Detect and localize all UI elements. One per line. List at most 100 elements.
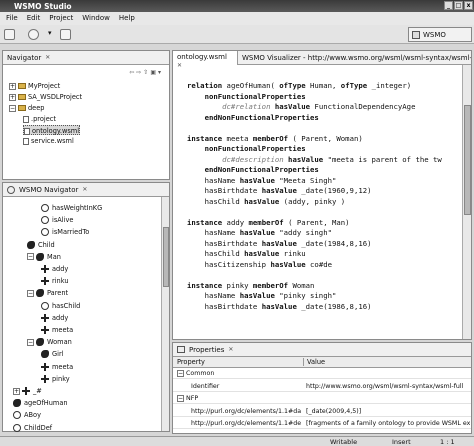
- collapse-icon[interactable]: −: [27, 289, 34, 297]
- wsmo-tree-item[interactable]: Child: [27, 240, 55, 250]
- wsmo-tree-item[interactable]: hasChild: [41, 301, 80, 311]
- property-name-label: http://purl.org/dc/elements/1.1#desc: [191, 420, 301, 427]
- navigator-item[interactable]: − deep: [9, 103, 44, 113]
- chevron-down-icon[interactable]: ▾: [48, 29, 54, 40]
- open-icon[interactable]: [60, 29, 71, 40]
- wsmo-icon: [7, 185, 15, 194]
- wsmo-tree-item[interactable]: ageOfHuman: [13, 398, 68, 408]
- collapse-icon[interactable]: −: [9, 104, 16, 112]
- code-text: hasBirthdate: [187, 238, 262, 248]
- gear-icon[interactable]: [28, 29, 39, 40]
- menu-help[interactable]: Help: [119, 14, 135, 23]
- menu-icon[interactable]: ▾: [158, 69, 163, 76]
- navigator-tab[interactable]: Navigator ✕: [3, 51, 169, 65]
- property-row[interactable]: http://purl.org/dc/elements/1.1#desc [fra…: [173, 419, 471, 429]
- code-editor[interactable]: relation ageOfHuman( ofType Human, ofTyp…: [187, 81, 459, 336]
- perspective-switcher[interactable]: WSMO: [408, 27, 472, 42]
- navigator-item[interactable]: service.wsml: [23, 136, 74, 146]
- code-text: hasChild: [187, 249, 245, 258]
- wsmo-tree-item[interactable]: addy: [41, 264, 68, 274]
- close-icon[interactable]: ✕: [228, 346, 233, 353]
- wsmo-tree-item[interactable]: addy: [41, 313, 68, 323]
- expand-icon[interactable]: +: [9, 82, 16, 90]
- close-icon[interactable]: ✕: [45, 54, 50, 61]
- menu-edit[interactable]: Edit: [27, 14, 41, 23]
- wsmo-tree-item-label: ABoy: [24, 411, 41, 420]
- collapse-icon[interactable]: ▣: [150, 69, 158, 76]
- status-insert: Insert: [392, 438, 411, 446]
- wsmo-tree-item[interactable]: meeta: [41, 325, 73, 335]
- property-row[interactable]: http://purl.org/dc/elements/1.1#date [_da…: [173, 407, 471, 417]
- menu-file[interactable]: File: [6, 14, 18, 23]
- wsmo-tree-item[interactable]: − Man: [27, 252, 61, 262]
- tab-ontology[interactable]: ontology.wsml ✕: [173, 50, 238, 69]
- new-icon[interactable]: [4, 29, 15, 40]
- code-line: nonFunctionalProperties: [187, 144, 459, 155]
- wsmo-tree-item[interactable]: hasWeightInKG: [41, 203, 102, 213]
- code-line: hasChild hasValue rinku: [187, 249, 459, 260]
- expand-icon[interactable]: +: [9, 93, 16, 101]
- wsmo-tree-item[interactable]: ChildDef: [13, 423, 52, 433]
- property-row[interactable]: − Common: [173, 369, 471, 379]
- code-keyword: memberOf: [248, 217, 289, 227]
- wsmo-tree-item-label: ageOfHuman: [24, 399, 68, 408]
- editor-scroll-thumb[interactable]: [464, 105, 471, 215]
- wsmo-tree-item[interactable]: isMarriedTo: [41, 227, 89, 237]
- menu-window[interactable]: Window: [82, 14, 110, 23]
- navigator-item[interactable]: ontology.wsml: [23, 125, 81, 135]
- wsmo-navigator-tab[interactable]: WSMO Navigator ✕: [3, 183, 169, 197]
- code-line: hasBirthdate hasValue _date(1986,8,16): [187, 302, 459, 313]
- wsmo-tree-item[interactable]: Girl: [41, 349, 63, 359]
- collapse-icon[interactable]: −: [177, 369, 184, 377]
- maximize-icon[interactable]: □: [454, 1, 463, 10]
- property-row[interactable]: − NFP: [173, 394, 471, 404]
- code-text: ageOfHuman(: [226, 81, 280, 90]
- navigator-item[interactable]: .project: [23, 114, 56, 124]
- code-keyword: ofType: [340, 81, 372, 90]
- code-keyword: hasValue: [261, 301, 302, 311]
- editor-scrollbar[interactable]: [462, 65, 471, 339]
- code-keyword: hasValue: [261, 238, 302, 248]
- navigator-item[interactable]: + MyProject: [9, 81, 60, 91]
- close-icon[interactable]: x: [464, 1, 473, 10]
- collapse-icon[interactable]: −: [27, 253, 34, 261]
- code-keyword: hasValue: [270, 259, 311, 269]
- properties-tab[interactable]: Properties ✕: [173, 343, 471, 357]
- expand-icon[interactable]: +: [13, 387, 20, 395]
- editor-tabbar: ontology.wsml ✕ WSMO Visualizer - http:/…: [173, 50, 471, 69]
- code-keyword: endNonFunctionalProperties: [187, 165, 319, 174]
- col-property-header[interactable]: Property: [177, 358, 205, 366]
- wsmo-tree-item[interactable]: − Parent: [27, 288, 68, 298]
- code-attribute: dc#relation: [187, 102, 275, 111]
- navigator-item[interactable]: + SA_WSDLProject: [9, 92, 82, 102]
- wsmo-tree-item[interactable]: ABoy: [13, 410, 41, 420]
- wsmo-tree-item-label: hasWeightInKG: [52, 204, 103, 212]
- wsmo-tree-item[interactable]: rinku: [41, 276, 69, 286]
- property-name: − NFP: [177, 394, 297, 403]
- wsmo-tree-item[interactable]: meeta: [41, 362, 73, 372]
- close-icon[interactable]: ✕: [177, 62, 182, 69]
- code-keyword: hasValue: [244, 196, 284, 206]
- code-line: hasChild hasValue (addy, pinky ): [187, 197, 459, 208]
- wsmo-tree-item-label: ChildDef: [24, 423, 53, 432]
- wsmo-tree-item-label: _#: [33, 387, 42, 395]
- wsmo-scroll-thumb[interactable]: [163, 227, 169, 287]
- collapse-icon[interactable]: −: [27, 338, 34, 346]
- collapse-icon[interactable]: −: [177, 394, 184, 402]
- wsmo-tree-item[interactable]: isAlive: [41, 215, 73, 225]
- wsmo-tree-item-label: Man: [47, 252, 61, 261]
- wsmo-tree-item[interactable]: pinky: [41, 374, 70, 384]
- minimize-icon[interactable]: _: [444, 1, 453, 10]
- wsmo-tree-item-label: addy: [52, 313, 69, 322]
- col-value-header[interactable]: Value: [303, 358, 325, 366]
- wsmo-tree-item-label: Parent: [47, 289, 69, 298]
- tab-visualizer[interactable]: WSMO Visualizer - http://www.wsmo.org/ws…: [238, 52, 471, 64]
- wsmo-scrollbar[interactable]: [161, 197, 169, 431]
- code-keyword: nonFunctionalProperties: [187, 144, 306, 153]
- wsmo-tree-item[interactable]: + _#: [13, 386, 42, 396]
- menu-project[interactable]: Project: [49, 14, 73, 23]
- close-icon[interactable]: ✕: [82, 186, 87, 193]
- property-row[interactable]: Identifier http://www.wsmo.org/wsml/wsml-…: [173, 382, 471, 392]
- attribute-icon: [13, 423, 21, 432]
- wsmo-tree-item[interactable]: − Woman: [27, 337, 72, 347]
